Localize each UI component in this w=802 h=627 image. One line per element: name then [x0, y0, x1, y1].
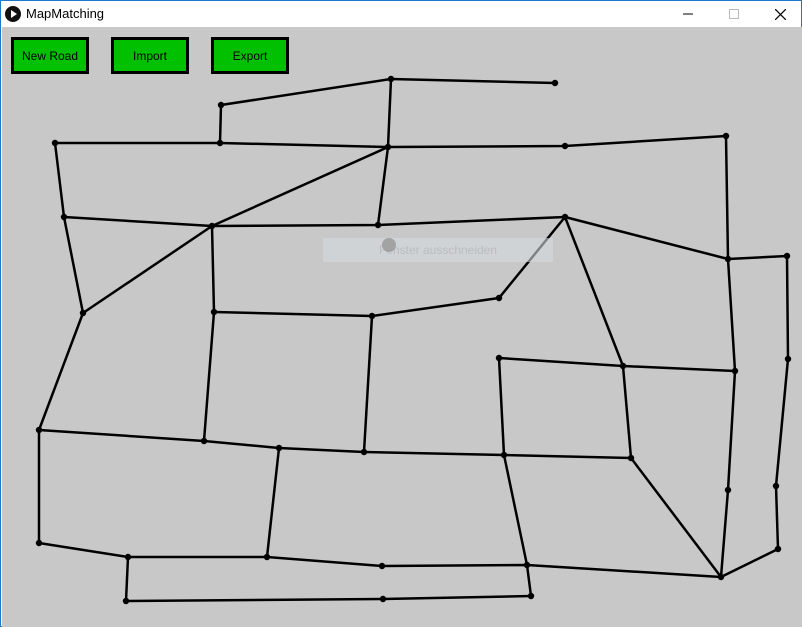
- road-2[interactable]: [55, 134, 737, 578]
- maximize-icon: [729, 9, 739, 19]
- maximize-button[interactable]: [711, 1, 757, 27]
- play-circle-icon: [5, 6, 21, 22]
- road-node[interactable]: [263, 553, 271, 561]
- title-bar[interactable]: MapMatching: [1, 1, 801, 27]
- road-13[interactable]: [265, 447, 281, 558]
- import-button[interactable]: Import: [111, 37, 189, 74]
- minimize-button[interactable]: [665, 1, 711, 27]
- road-node[interactable]: [374, 221, 382, 229]
- road-node[interactable]: [51, 139, 59, 147]
- road-node[interactable]: [724, 255, 732, 263]
- road-node[interactable]: [60, 213, 68, 221]
- window-title: MapMatching: [26, 6, 105, 21]
- road-node[interactable]: [717, 573, 725, 581]
- road-node[interactable]: [722, 132, 730, 140]
- minimize-icon: [683, 13, 693, 15]
- cursor-indicator: [382, 238, 396, 252]
- road-node[interactable]: [384, 143, 392, 151]
- road-6[interactable]: [82, 145, 389, 315]
- road-node[interactable]: [561, 213, 569, 221]
- road-node[interactable]: [368, 312, 376, 320]
- road-node[interactable]: [35, 539, 43, 547]
- road-9[interactable]: [362, 315, 374, 453]
- close-button[interactable]: [757, 1, 802, 27]
- road-node[interactable]: [495, 294, 503, 302]
- road-node[interactable]: [627, 454, 635, 462]
- road-node[interactable]: [551, 79, 559, 87]
- road-node[interactable]: [35, 426, 43, 434]
- road-node[interactable]: [619, 362, 627, 370]
- road-node[interactable]: [500, 451, 508, 459]
- road-node[interactable]: [79, 309, 87, 317]
- export-button[interactable]: Export: [211, 37, 289, 74]
- road-node[interactable]: [275, 444, 283, 452]
- road-node[interactable]: [210, 308, 218, 316]
- snip-hint-overlay: Fenster ausschneiden: [323, 238, 553, 262]
- road-node[interactable]: [523, 561, 531, 569]
- road-12[interactable]: [38, 428, 632, 460]
- road-8[interactable]: [213, 215, 722, 578]
- road-node[interactable]: [124, 553, 132, 561]
- road-5[interactable]: [376, 78, 393, 226]
- road-node[interactable]: [495, 354, 503, 362]
- road-node[interactable]: [378, 562, 386, 570]
- road-node[interactable]: [200, 437, 208, 445]
- road-7[interactable]: [202, 225, 216, 442]
- app-window: MapMatching New Road Import Export Fenst…: [0, 0, 802, 627]
- road-node[interactable]: [217, 101, 225, 109]
- road-node[interactable]: [561, 142, 569, 150]
- road-node[interactable]: [208, 222, 216, 230]
- road-node[interactable]: [772, 482, 780, 490]
- road-node[interactable]: [360, 448, 368, 456]
- road-network[interactable]: [2, 27, 802, 627]
- road-node[interactable]: [379, 595, 387, 603]
- road-node[interactable]: [122, 597, 130, 605]
- road-node[interactable]: [774, 545, 782, 553]
- close-icon: [774, 8, 786, 20]
- map-canvas[interactable]: New Road Import Export Fenster ausschnei…: [2, 27, 802, 627]
- road-node[interactable]: [784, 355, 792, 363]
- road-node[interactable]: [731, 367, 739, 375]
- road-node[interactable]: [387, 75, 395, 83]
- road-node[interactable]: [216, 139, 224, 147]
- road-node[interactable]: [724, 486, 732, 494]
- road-node[interactable]: [783, 252, 791, 260]
- road-node[interactable]: [527, 592, 535, 600]
- road-10[interactable]: [498, 356, 736, 373]
- new-road-button[interactable]: New Road: [11, 37, 89, 74]
